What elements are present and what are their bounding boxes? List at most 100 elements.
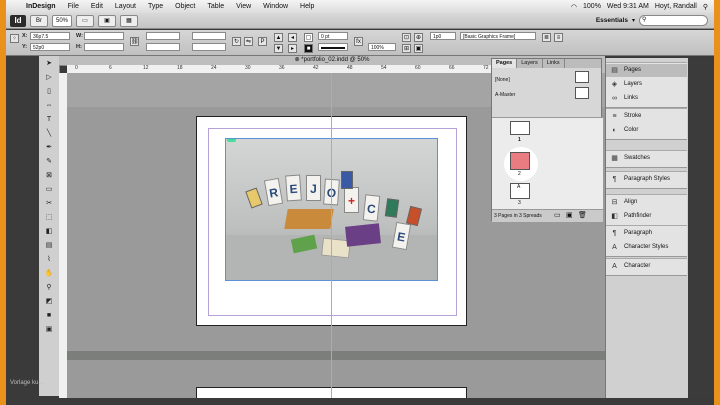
rectangle-tool-icon[interactable]: ▭ bbox=[42, 184, 56, 196]
line-tool-icon[interactable]: ╲ bbox=[42, 128, 56, 140]
center-content-icon[interactable]: ⊕ bbox=[414, 33, 423, 42]
clock-label[interactable]: Wed 9:31 AM bbox=[607, 3, 649, 10]
scissors-icon[interactable]: ✂ bbox=[42, 198, 56, 210]
height-field[interactable] bbox=[84, 43, 124, 51]
text-wrap-icon[interactable]: ≣ bbox=[542, 33, 551, 42]
menu-window[interactable]: Window bbox=[257, 3, 294, 10]
menu-file[interactable]: File bbox=[62, 3, 85, 10]
wifi-icon[interactable]: ◠ bbox=[571, 3, 577, 11]
dock-item-pathfinder[interactable]: ◧ Pathfinder bbox=[606, 210, 687, 223]
select-container-icon[interactable]: ▲ bbox=[274, 33, 283, 42]
fill-stroke-icon[interactable]: ◩ bbox=[42, 296, 56, 308]
fit-content-frame-icon[interactable]: ⊡ bbox=[402, 33, 411, 42]
select-previous-icon[interactable]: ◂ bbox=[288, 33, 297, 42]
fit-frame-content-icon[interactable]: ⊞ bbox=[402, 44, 411, 53]
dock-item-stroke[interactable]: ≡ Stroke bbox=[606, 110, 687, 123]
menu-edit[interactable]: Edit bbox=[85, 3, 109, 10]
dock-item-character[interactable]: A Character bbox=[606, 260, 687, 273]
dock-item-align[interactable]: ⊟ Align bbox=[606, 196, 687, 209]
dock-item-swatches[interactable]: ▦ Swatches bbox=[606, 152, 687, 165]
reference-point-icon[interactable]: ⁘ bbox=[10, 34, 19, 43]
bridge-button[interactable]: Br bbox=[30, 14, 48, 27]
zoom-tool-icon[interactable]: ⚲ bbox=[42, 282, 56, 294]
page-tool-icon[interactable]: ▯ bbox=[42, 86, 56, 98]
menu-type[interactable]: Type bbox=[142, 3, 169, 10]
spotlight-icon[interactable]: ⚲ bbox=[703, 3, 708, 11]
constrain-proportions-icon[interactable]: ⛓ bbox=[130, 37, 139, 46]
screen-mode-icon[interactable]: ▣ bbox=[98, 14, 117, 27]
screen-mode-tool-icon[interactable]: ▣ bbox=[42, 324, 56, 336]
opacity-field[interactable]: 100% bbox=[368, 43, 396, 51]
user-label[interactable]: Hoyt, Randall bbox=[655, 3, 697, 10]
rectangle-frame-icon[interactable]: ⊠ bbox=[42, 170, 56, 182]
menu-help[interactable]: Help bbox=[294, 3, 320, 10]
content-grabber[interactable] bbox=[227, 139, 236, 142]
chevron-down-icon[interactable]: ▾ bbox=[632, 17, 635, 24]
x-field[interactable]: 36p7.5 bbox=[30, 32, 70, 40]
note-tool-icon[interactable]: ▤ bbox=[42, 240, 56, 252]
dock-item-pages[interactable]: ▤ Pages bbox=[606, 64, 687, 77]
page-thumb-2[interactable] bbox=[510, 152, 530, 170]
menu-view[interactable]: View bbox=[230, 3, 257, 10]
select-next-icon[interactable]: ▸ bbox=[288, 44, 297, 53]
type-tool-icon[interactable]: T bbox=[42, 114, 56, 126]
dock-item-character-styles[interactable]: A Character Styles bbox=[606, 241, 687, 254]
zoom-select[interactable]: 50% bbox=[52, 14, 73, 27]
dock-item-paragraph-styles[interactable]: ¶ Paragraph Styles bbox=[606, 173, 687, 186]
hand-tool-icon[interactable]: ✋ bbox=[42, 268, 56, 280]
new-page-icon[interactable]: ▣ bbox=[566, 211, 573, 219]
none-master-label[interactable]: [None] bbox=[495, 77, 510, 83]
menu-layout[interactable]: Layout bbox=[109, 3, 142, 10]
fill-swatch[interactable]: ▢ bbox=[304, 33, 313, 42]
page-thumb-1[interactable] bbox=[510, 121, 530, 135]
dock-item-paragraph[interactable]: ¶ Paragraph bbox=[606, 227, 687, 240]
battery-label[interactable]: 100% bbox=[583, 3, 601, 10]
dock-item-links[interactable]: ∞ Links bbox=[606, 92, 687, 105]
rotate-field[interactable] bbox=[192, 32, 226, 40]
stroke-weight-field[interactable]: 0 pt bbox=[318, 32, 348, 40]
none-master-thumb[interactable] bbox=[575, 71, 589, 83]
pencil-tool-icon[interactable]: ✎ bbox=[42, 156, 56, 168]
tab-pages[interactable]: Pages bbox=[492, 59, 518, 68]
ruler-guide[interactable] bbox=[331, 73, 332, 398]
pen-tool-icon[interactable]: ✒ bbox=[42, 142, 56, 154]
page-size-icon[interactable]: ▭ bbox=[554, 211, 561, 219]
stroke-swatch[interactable]: ■ bbox=[304, 44, 313, 53]
y-field[interactable]: 52p0 bbox=[30, 43, 70, 51]
panel-menu-icon[interactable]: ≡ bbox=[554, 33, 563, 42]
stroke-type-select[interactable] bbox=[318, 43, 348, 51]
direct-selection-icon[interactable]: ▷ bbox=[42, 72, 56, 84]
search-input[interactable]: ⚲ bbox=[639, 15, 708, 26]
page-thumb-3[interactable]: A bbox=[510, 183, 530, 199]
menu-object[interactable]: Object bbox=[169, 3, 201, 10]
p-icon[interactable]: P bbox=[258, 37, 267, 46]
view-options-icon[interactable]: ▭ bbox=[76, 14, 95, 27]
selection-tool-icon[interactable]: ➤ bbox=[42, 58, 56, 70]
scale-y-field[interactable] bbox=[146, 43, 180, 51]
flip-icon[interactable]: ⇋ bbox=[244, 37, 253, 46]
tab-links[interactable]: Links bbox=[543, 59, 565, 68]
a-master-thumb[interactable] bbox=[575, 87, 589, 99]
effects-icon[interactable]: fx bbox=[354, 37, 363, 46]
scale-x-field[interactable] bbox=[146, 32, 180, 40]
size-field[interactable]: 1p0 bbox=[430, 32, 456, 40]
width-field[interactable] bbox=[84, 32, 124, 40]
rotate-icon[interactable]: ↻ bbox=[232, 37, 241, 46]
dock-item-color[interactable]: ◐ Color bbox=[606, 124, 687, 137]
free-transform-icon[interactable]: ⬚ bbox=[42, 212, 56, 224]
menu-table[interactable]: Table bbox=[201, 3, 230, 10]
gap-tool-icon[interactable]: ⇔ bbox=[42, 100, 56, 112]
arrange-documents-icon[interactable]: ▦ bbox=[120, 14, 139, 27]
object-style-select[interactable]: [Basic Graphics Frame] bbox=[460, 32, 536, 40]
gradient-tool-icon[interactable]: ◧ bbox=[42, 226, 56, 238]
menu-app[interactable]: InDesign bbox=[20, 3, 62, 10]
a-master-label[interactable]: A-Master bbox=[495, 92, 515, 98]
workspace-switcher[interactable]: Essentials bbox=[596, 17, 628, 24]
delete-page-icon[interactable]: 🗑 bbox=[578, 211, 587, 219]
dock-item-layers[interactable]: ◈ Layers bbox=[606, 78, 687, 91]
shear-field[interactable] bbox=[192, 43, 226, 51]
fill-frame-icon[interactable]: ▣ bbox=[414, 44, 423, 53]
eyedropper-icon[interactable]: ⌇ bbox=[42, 254, 56, 266]
apply-color-icon[interactable]: ■ bbox=[42, 310, 56, 322]
tab-layers[interactable]: Layers bbox=[517, 59, 543, 68]
